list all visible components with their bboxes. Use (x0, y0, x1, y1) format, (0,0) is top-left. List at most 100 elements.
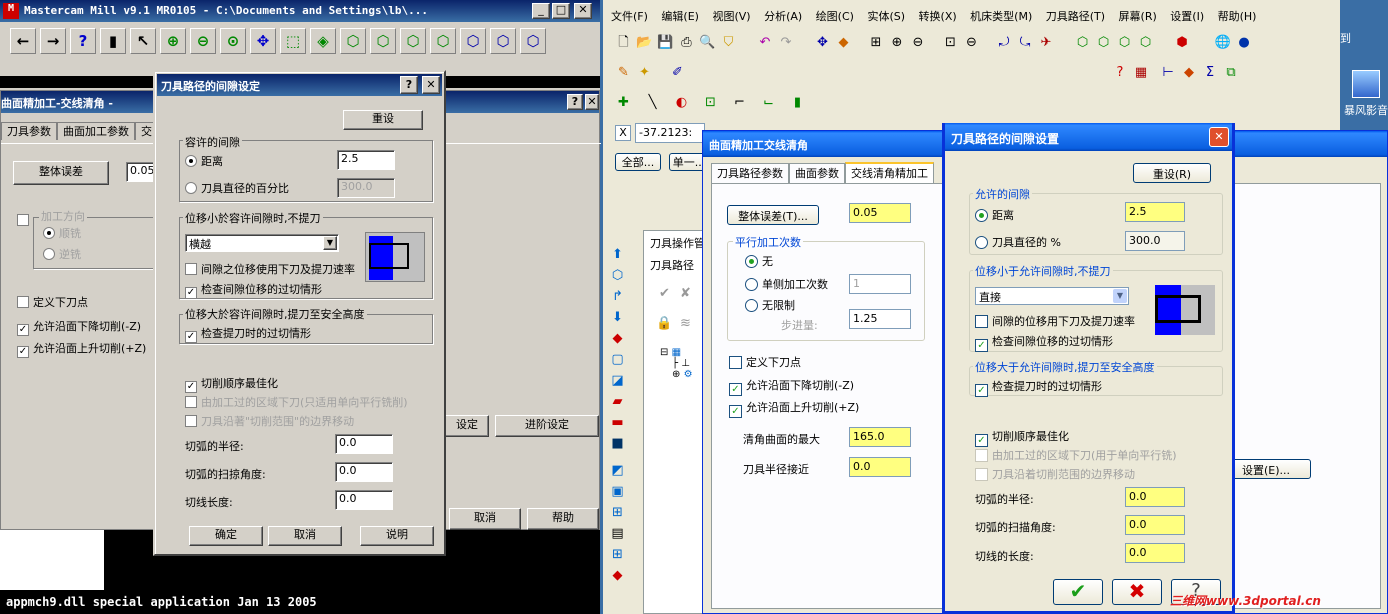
fit-icon[interactable]: ◆ (835, 34, 852, 51)
menu-create[interactable]: 绘图(C) (816, 10, 854, 23)
right-cancel-button[interactable]: ✖ (1112, 579, 1162, 605)
menu-screen[interactable]: 屏幕(R) (1119, 10, 1157, 23)
wave-icon[interactable]: ≋ (677, 315, 694, 332)
zoom-half-icon[interactable]: ⊖ (963, 34, 980, 51)
tab-toolpath-params[interactable]: 刀具路径参数 (711, 163, 789, 183)
maximize-button[interactable]: □ (552, 3, 570, 19)
lock-icon[interactable]: 🔒 (656, 315, 673, 332)
left-line-len-input[interactable]: 0.0 (335, 490, 393, 510)
print-preview-icon[interactable]: 🔍 (699, 34, 716, 51)
ops-manager-tab1[interactable]: 刀具操作管 (650, 235, 705, 251)
left-optimize-checkbox[interactable]: ✓ 切削顺序最佳化 (185, 375, 278, 393)
new-file-icon[interactable]: 🗋 (615, 34, 632, 51)
save-icon[interactable]: 💾 (657, 34, 674, 51)
menu-toolpaths[interactable]: 刀具路径(T) (1046, 10, 1105, 23)
color-icon[interactable]: ◆ (1181, 64, 1198, 81)
top-view-icon[interactable]: ⬡ (1095, 34, 1112, 51)
zoom-select-icon[interactable]: ⬚ (280, 28, 306, 54)
menu-solids[interactable]: 实体(S) (867, 10, 905, 23)
zoom-prev-icon[interactable]: ⊡ (942, 34, 959, 51)
iso-view-icon[interactable]: ⬡ (1074, 34, 1091, 51)
zoom-in-small-icon[interactable]: ⊕ (889, 34, 906, 51)
zoom-out-icon[interactable]: ⊖ (190, 28, 216, 54)
dynamic-rotate-icon[interactable]: ⤿ (1017, 34, 1034, 51)
right-define-plunge-checkbox[interactable]: 定义下刀点 (729, 354, 801, 370)
menu-help[interactable]: 帮助(H) (1218, 10, 1257, 23)
cube-blue-icon[interactable]: ⬡ (460, 28, 486, 54)
pan-icon[interactable]: ✥ (250, 28, 276, 54)
front-view-icon[interactable]: ⬡ (1116, 34, 1133, 51)
right-line-len-input[interactable]: 0.0 (1125, 543, 1185, 563)
grid-icon[interactable]: ▦ (1133, 64, 1150, 81)
cube-side-icon[interactable]: ⬡ (400, 28, 426, 54)
menu-edit[interactable]: 编辑(E) (661, 10, 699, 23)
left-arc-sweep-input[interactable]: 0.0 (335, 462, 393, 482)
cube-iso-icon[interactable]: ⬡ (430, 28, 456, 54)
desktop-icon-label[interactable]: 暴风影音 (1344, 102, 1388, 118)
close-button[interactable]: ✕ (574, 3, 592, 19)
arc-icon[interactable]: ◐ (673, 94, 690, 111)
menu-xform[interactable]: 转换(X) (919, 10, 957, 23)
right-gap-close-button[interactable]: ✕ (1209, 127, 1229, 147)
left-method-select[interactable]: 横越 ▼ (185, 234, 339, 252)
brush-icon[interactable]: ✐ (669, 64, 686, 81)
redo-icon[interactable]: ↷ (778, 34, 795, 51)
point-icon[interactable]: ✚ (615, 94, 632, 111)
list-icon[interactable]: ▤ (609, 525, 626, 542)
move-icon[interactable]: ✥ (814, 34, 831, 51)
passes-unlimited-radio[interactable]: 无限制 (745, 297, 795, 313)
select-all-icon[interactable]: ✔ (656, 285, 673, 302)
left-cancel-button[interactable]: 取消 (449, 508, 521, 530)
right-gap-feed-checkbox[interactable]: 间隙的位移用下刀及提刀速率 (975, 313, 1135, 329)
passes-single-input[interactable]: 1 (849, 274, 911, 294)
menu-analyze[interactable]: 分析(A) (764, 10, 802, 23)
left-gouge-checkbox[interactable]: ✓ 检查间隙位移的过切情形 (185, 281, 322, 299)
dir-ccw-radio[interactable]: 逆铣 (43, 246, 81, 262)
grid-view-icon[interactable]: ⊞ (609, 546, 626, 563)
define-plunge-checkbox[interactable]: 定义下刀点 (17, 294, 88, 310)
right-arc-radius-input[interactable]: 0.0 (1125, 487, 1185, 507)
open-folder-icon[interactable]: 📂 (636, 34, 653, 51)
chip-all-button[interactable]: 全部... (615, 153, 661, 171)
cube-top-icon[interactable]: ⬡ (340, 28, 366, 54)
left-ok-button[interactable]: 确定 (189, 526, 263, 546)
left-tolerance-input[interactable]: 0.05 (126, 162, 156, 182)
toolpath-up-icon[interactable]: ⬆ (609, 246, 626, 263)
tab-surface-params[interactable]: 曲面加工参数 (57, 122, 135, 140)
mesh-icon[interactable]: ⊞ (609, 504, 626, 521)
media-player-icon[interactable] (1352, 70, 1380, 98)
tree-node-child1[interactable]: ├ ⊥ (672, 358, 693, 369)
block-icon[interactable]: ◆ (609, 330, 626, 347)
left-cancel-dialog-button[interactable]: 取消 (268, 526, 342, 546)
surface-icon[interactable]: ■ (609, 435, 626, 452)
right-dropdown-arrow-icon[interactable]: ▼ (1113, 289, 1127, 303)
right-tolerance-button[interactable]: 整体误差(T)... (727, 205, 819, 225)
finish-icon[interactable]: ▣ (609, 483, 626, 500)
left-explain-button[interactable]: 说明 (360, 526, 434, 546)
left-gap-close-button[interactable]: ✕ (422, 76, 440, 94)
direction-checkbox[interactable] (17, 214, 29, 226)
shading-icon[interactable]: ⬢ (1174, 34, 1191, 51)
pencil-icon[interactable]: ✎ (615, 64, 632, 81)
left-help-button[interactable]: 帮助 (527, 508, 599, 530)
right-retract-gouge-checkbox[interactable]: ✓ 检查提刀时的过切情形 (975, 378, 1102, 397)
right-gouge-checkbox[interactable]: ✓ 检查间隙位移的过切情形 (975, 333, 1113, 352)
right-reset-button[interactable]: 重设(R) (1133, 163, 1211, 183)
paint-icon[interactable]: ⛉ (720, 34, 737, 51)
right-distance-input[interactable]: 2.5 (1125, 202, 1185, 222)
stepover-input[interactable]: 1.25 (849, 309, 911, 329)
tab-surface-params-x[interactable]: 曲面参数 (789, 163, 845, 183)
contour-icon[interactable]: ◪ (609, 372, 626, 389)
spline-icon[interactable]: ⌙ (760, 94, 777, 111)
chain-icon[interactable]: ⊢ (1160, 64, 1177, 81)
rough-icon[interactable]: ◩ (609, 462, 626, 479)
left-percent-radio[interactable]: 刀具直径的百分比 (185, 180, 289, 196)
zoom-out-small-icon[interactable]: ⊖ (910, 34, 927, 51)
zoom-target-icon[interactable]: ⊞ (868, 34, 885, 51)
globe-icon[interactable]: 🌐 (1215, 34, 1232, 51)
back-arrow-icon[interactable]: ← (10, 28, 36, 54)
right-percent-radio[interactable]: 刀具直径的 % (975, 234, 1061, 250)
left-parent-close-button[interactable]: ✕ (585, 94, 599, 110)
solid-cylinder-icon[interactable]: ▮ (789, 94, 806, 111)
rotate-tool-icon[interactable]: ⤾ (996, 34, 1013, 51)
